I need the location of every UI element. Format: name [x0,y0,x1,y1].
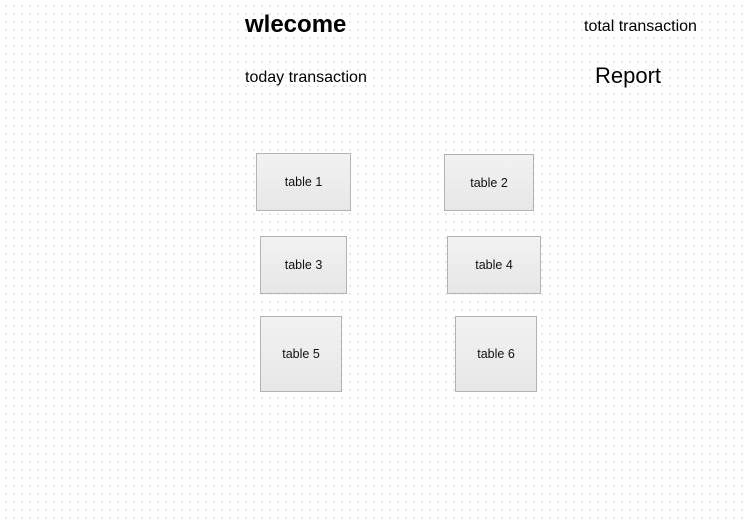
table-3-button[interactable]: table 3 [260,236,347,294]
table-2-button[interactable]: table 2 [444,154,534,211]
table-6-button[interactable]: table 6 [455,316,537,392]
total-transaction-label: total transaction [584,18,697,35]
today-transaction-label: today transaction [245,69,367,86]
welcome-title: wlecome [245,11,347,38]
table-1-button[interactable]: table 1 [256,153,351,211]
table-5-button[interactable]: table 5 [260,316,342,392]
table-4-button[interactable]: table 4 [447,236,541,294]
report-link[interactable]: Report [595,65,661,87]
